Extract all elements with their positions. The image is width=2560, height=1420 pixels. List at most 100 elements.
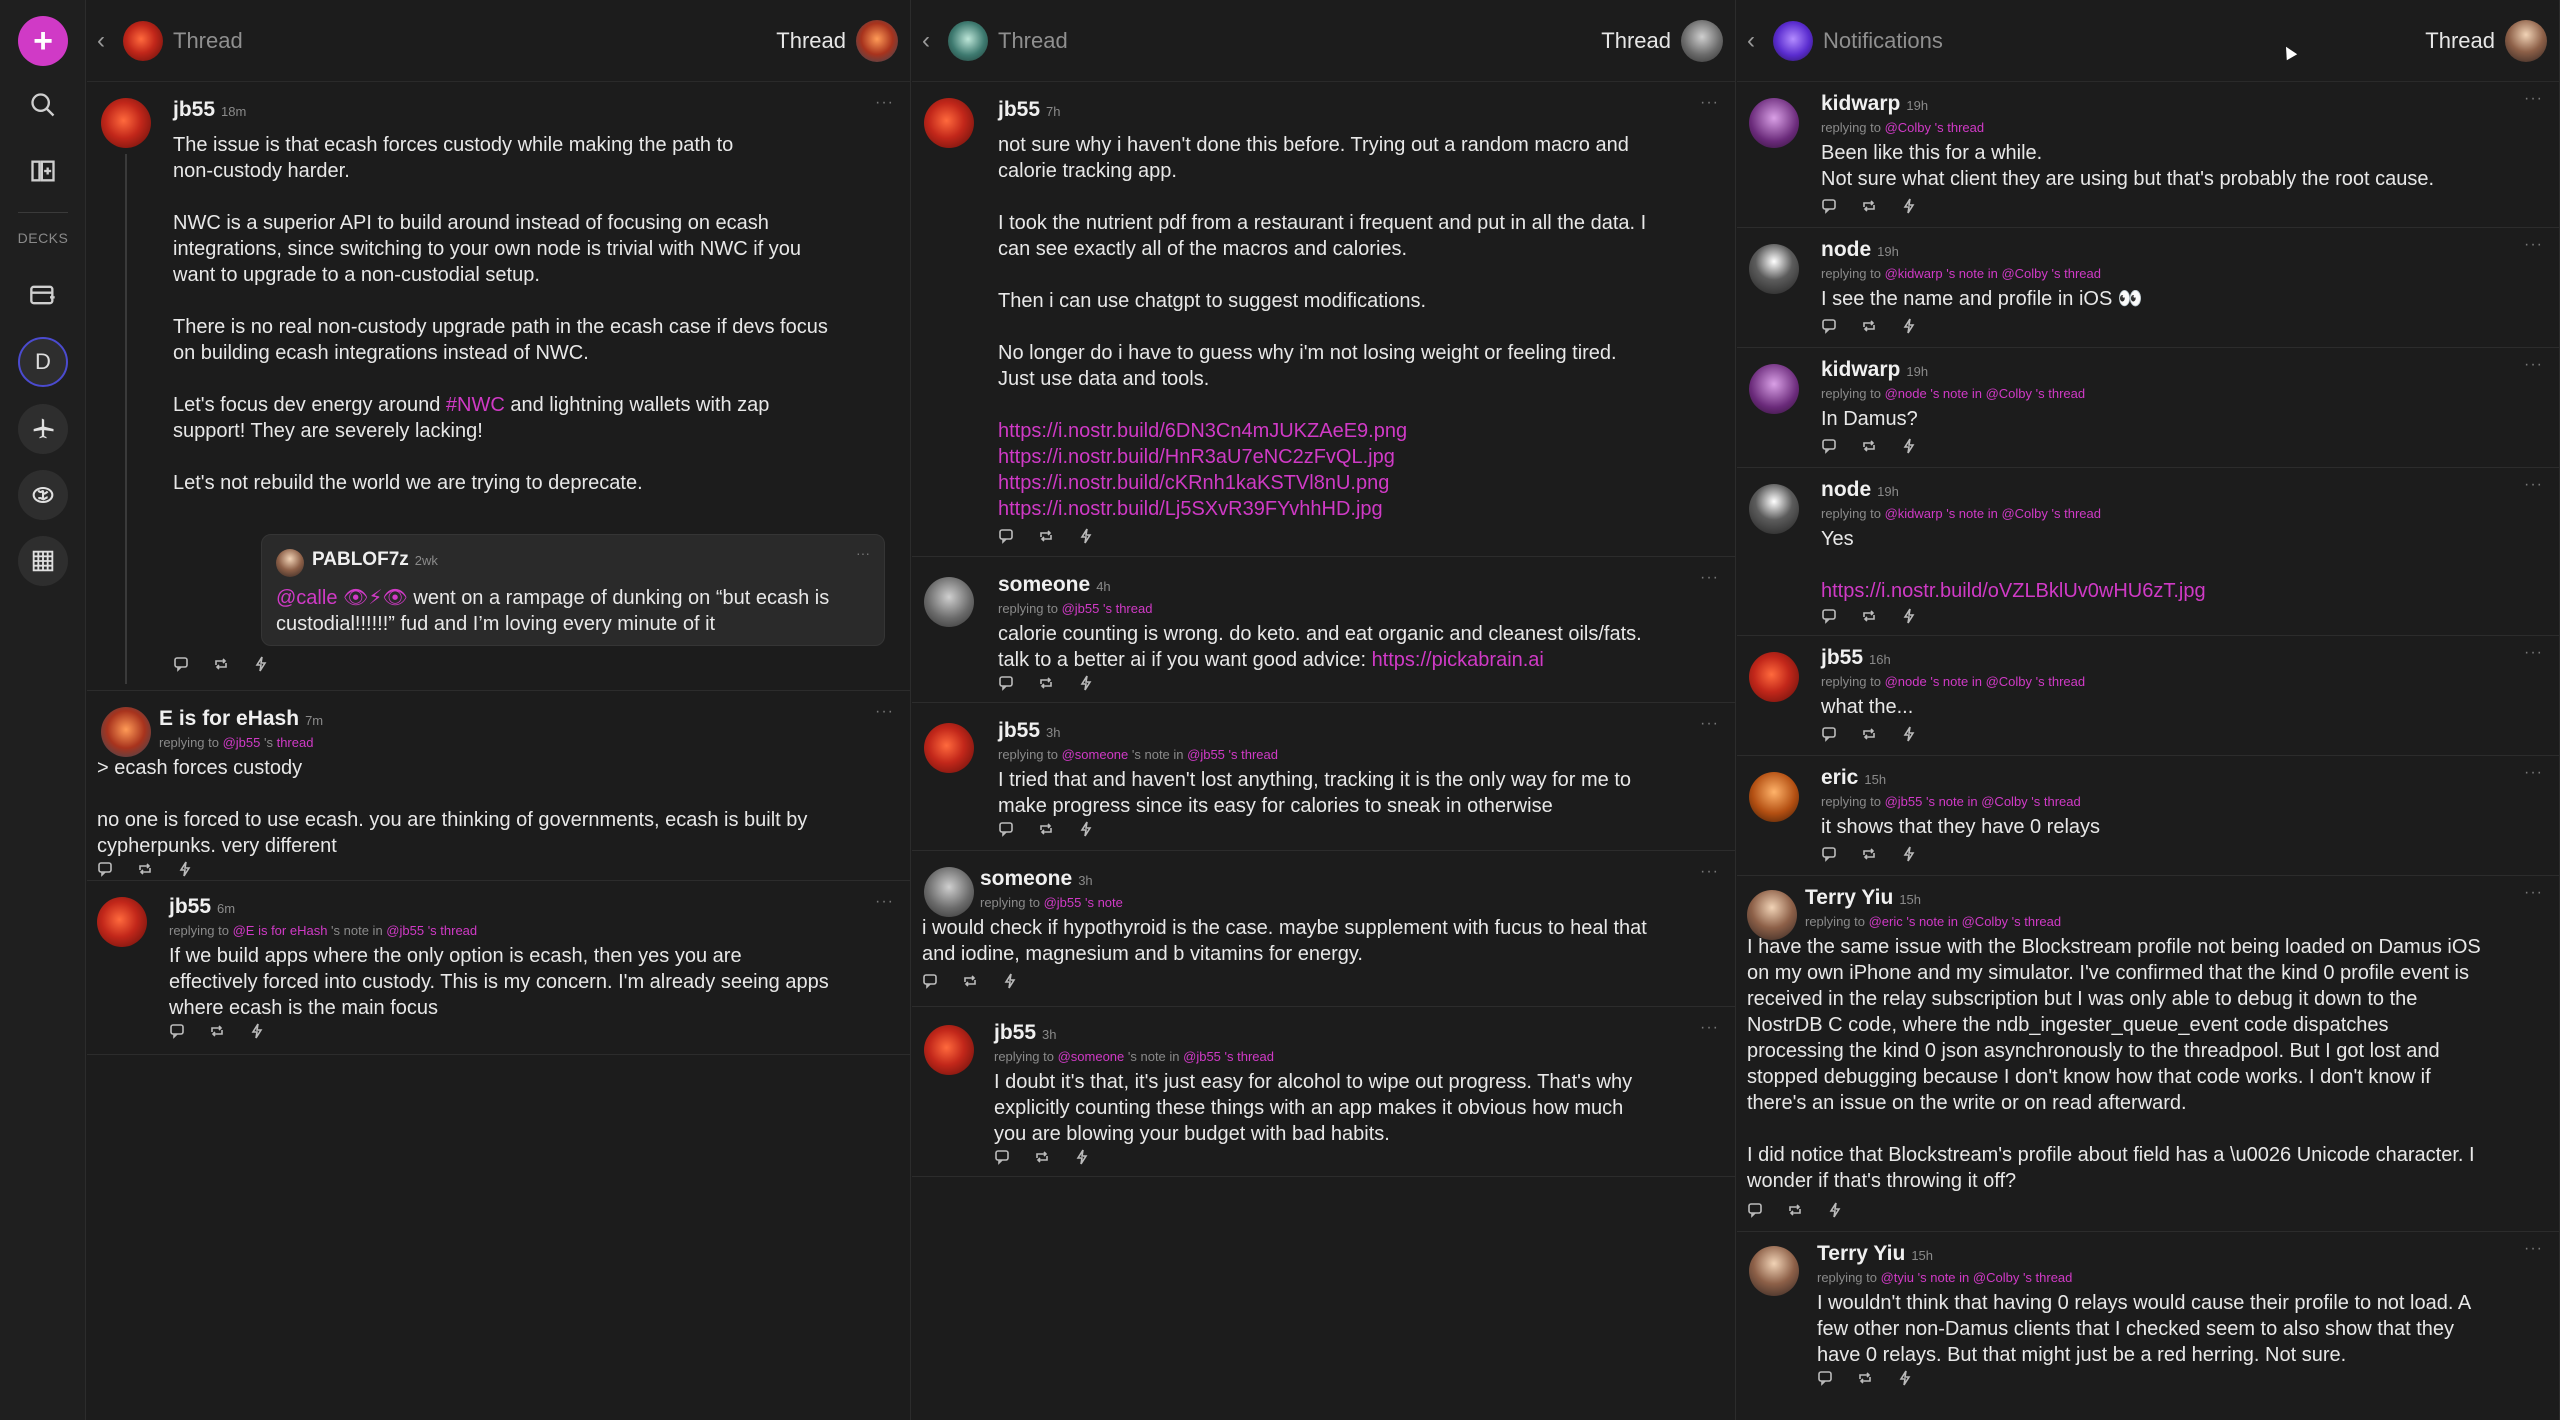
zap-icon[interactable]: [1827, 1202, 1845, 1220]
reply-icon[interactable]: [1817, 1370, 1835, 1388]
zap-icon[interactable]: [1901, 846, 1919, 864]
reply-icon[interactable]: [169, 1023, 187, 1041]
note[interactable]: node 19h ··· replying to @kidwarp 's note…: [1737, 228, 2559, 348]
zap-icon[interactable]: [1078, 675, 1096, 693]
avatar[interactable]: [1749, 772, 1799, 822]
image-link[interactable]: https://i.nostr.build/Lj5SXvR39FYvhhHD.j…: [998, 496, 1728, 522]
reply-icon[interactable]: [1821, 846, 1839, 864]
mention-link[interactable]: @Colby: [1885, 120, 1931, 135]
mention-link[interactable]: @Colby: [1986, 674, 2032, 689]
zap-icon[interactable]: [177, 861, 195, 879]
note[interactable]: kidwarp 19h ··· replying to @node 's note…: [1737, 348, 2559, 468]
note-author[interactable]: jb55 3h: [998, 719, 1061, 743]
mention-link[interactable]: @node: [1885, 386, 1927, 401]
reply-icon[interactable]: [922, 973, 940, 991]
note-author[interactable]: Terry Yiu 15h: [1805, 886, 1921, 910]
mention-link[interactable]: @Colby: [2001, 506, 2047, 521]
repost-icon[interactable]: [1038, 528, 1056, 546]
note-author[interactable]: E is for eHash 7m: [159, 707, 323, 731]
image-link[interactable]: https://i.nostr.build/cKRnh1kaKSTVl8nU.p…: [998, 470, 1728, 496]
back-chevron-icon[interactable]: ‹: [1747, 27, 1767, 55]
repost-icon[interactable]: [213, 656, 231, 674]
repost-icon[interactable]: [1861, 438, 1879, 456]
mention-link[interactable]: @Colby: [1962, 914, 2008, 929]
mention-link[interactable]: @jb55: [386, 923, 424, 938]
note[interactable]: eric 15h ··· replying to @jb55 's note in…: [1737, 756, 2559, 876]
zap-icon[interactable]: [1078, 528, 1096, 546]
note-author[interactable]: jb55 7h: [998, 98, 1061, 122]
more-options-icon[interactable]: ···: [875, 703, 894, 721]
repost-icon[interactable]: [1861, 198, 1879, 216]
note-author[interactable]: kidwarp 19h: [1821, 92, 1928, 116]
avatar[interactable]: [1749, 364, 1799, 414]
mention-link[interactable]: @tyiu: [1881, 1270, 1914, 1285]
quoted-note[interactable]: PABLOF7z 2wk ··· @calle 👁⚡👁 went on a ram…: [261, 534, 885, 646]
avatar[interactable]: [1749, 652, 1799, 702]
column-header-right[interactable]: Thread: [776, 20, 898, 62]
more-options-icon[interactable]: ···: [2524, 1240, 2543, 1258]
avatar[interactable]: [97, 897, 147, 947]
zap-icon[interactable]: [249, 1023, 267, 1041]
reply-icon[interactable]: [1747, 1202, 1765, 1220]
mention-link[interactable]: @jb55: [1187, 747, 1225, 762]
search-button[interactable]: [18, 80, 68, 130]
reply-icon[interactable]: [1821, 608, 1839, 626]
zap-icon[interactable]: [1074, 1149, 1092, 1167]
note-author[interactable]: node 19h: [1821, 238, 1899, 262]
external-link[interactable]: https://pickabrain.ai: [1372, 649, 1544, 671]
note[interactable]: someone 3h ··· replying to @jb55 's note …: [912, 851, 1735, 1007]
zap-icon[interactable]: [1078, 821, 1096, 839]
repost-icon[interactable]: [209, 1023, 227, 1041]
more-options-icon[interactable]: ···: [2524, 356, 2543, 374]
zap-icon[interactable]: [253, 656, 271, 674]
column-header-right[interactable]: Thread: [2425, 20, 2547, 62]
more-options-icon[interactable]: ···: [1700, 715, 1719, 733]
note[interactable]: jb55 7h ··· not sure why i haven't done t…: [912, 82, 1735, 557]
add-deck-button[interactable]: [18, 270, 68, 320]
note-author[interactable]: eric 15h: [1821, 766, 1886, 790]
mention-link[interactable]: @someone: [1062, 747, 1129, 762]
more-options-icon[interactable]: ···: [2524, 476, 2543, 494]
note-author[interactable]: someone 3h: [980, 867, 1093, 891]
note[interactable]: jb55 16h ··· replying to @node 's note in…: [1737, 636, 2559, 756]
zap-icon[interactable]: [1901, 726, 1919, 744]
avatar[interactable]: [924, 98, 974, 148]
back-chevron-icon[interactable]: ‹: [97, 27, 117, 55]
repost-icon[interactable]: [1857, 1370, 1875, 1388]
thread-link[interactable]: thread: [277, 735, 314, 750]
avatar[interactable]: [1749, 1246, 1799, 1296]
mention-link[interactable]: @E is for eHash: [233, 923, 328, 938]
mention-link[interactable]: @jb55: [1062, 601, 1100, 616]
note-author[interactable]: kidwarp 19h: [1821, 358, 1928, 382]
avatar[interactable]: [924, 723, 974, 773]
more-options-icon[interactable]: ···: [2524, 90, 2543, 108]
reply-icon[interactable]: [1821, 318, 1839, 336]
avatar[interactable]: [924, 577, 974, 627]
repost-icon[interactable]: [962, 973, 980, 991]
mention-link[interactable]: @Colby: [2001, 266, 2047, 281]
reply-icon[interactable]: [1821, 198, 1839, 216]
more-options-icon[interactable]: ···: [1700, 569, 1719, 587]
avatar[interactable]: [101, 707, 151, 757]
repost-icon[interactable]: [1038, 821, 1056, 839]
zap-icon[interactable]: [1901, 318, 1919, 336]
zap-icon[interactable]: [1002, 973, 1020, 991]
mention-link[interactable]: @jb55: [1885, 794, 1923, 809]
avatar[interactable]: [1747, 890, 1797, 940]
back-chevron-icon[interactable]: ‹: [922, 27, 942, 55]
mention-link[interactable]: @node: [1885, 674, 1927, 689]
more-options-icon[interactable]: ···: [2524, 764, 2543, 782]
add-column-button[interactable]: [18, 146, 68, 196]
repost-icon[interactable]: [137, 861, 155, 879]
mention-link[interactable]: @eric: [1869, 914, 1903, 929]
note[interactable]: jb55 18m ··· The issue is that ecash forc…: [87, 82, 910, 691]
note-author[interactable]: node 19h: [1821, 478, 1899, 502]
more-options-icon[interactable]: ···: [2524, 644, 2543, 662]
more-options-icon[interactable]: ···: [1700, 1019, 1719, 1037]
mention-link[interactable]: @jb55: [223, 735, 261, 750]
image-link[interactable]: https://i.nostr.build/6DN3Cn4mJUKZAeE9.p…: [998, 418, 1728, 444]
deck-d-button[interactable]: D: [18, 337, 68, 387]
note[interactable]: E is for eHash 7m ··· replying to @jb55 '…: [87, 691, 910, 881]
note[interactable]: Terry Yiu 15h ··· replying to @eric 's no…: [1737, 876, 2559, 1232]
new-note-button[interactable]: +: [18, 16, 68, 66]
